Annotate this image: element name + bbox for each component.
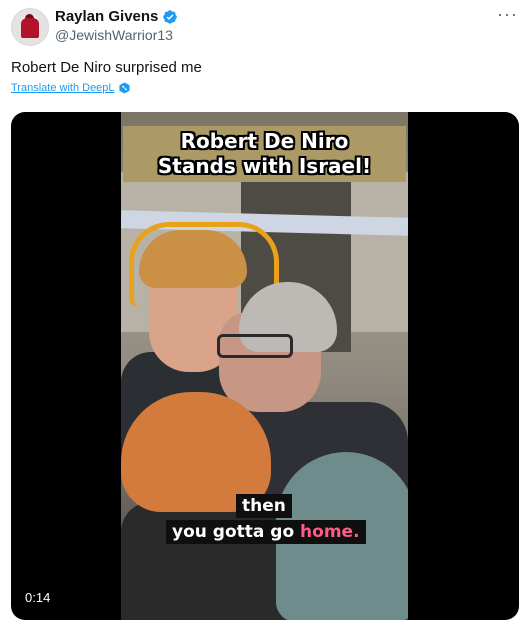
video-timestamp: 0:14 — [19, 588, 57, 607]
translate-label: Translate with DeepL — [11, 82, 115, 94]
caption-line1: then — [236, 494, 292, 518]
caption-line2-text: you gotta go — [172, 522, 301, 542]
video-title-line1: Robert De Niro — [180, 129, 349, 153]
display-name[interactable]: Raylan Givens — [55, 8, 158, 25]
video-title-line2: Stands with Israel! — [157, 154, 372, 178]
verified-badge-icon — [163, 9, 178, 24]
tweet-text: Robert De Niro surprised me — [11, 59, 202, 76]
video-player[interactable]: Robert De Niro Stands with Israel! then … — [11, 112, 519, 620]
author-name-row: Raylan Givens — [55, 8, 178, 25]
translate-link[interactable]: Translate with DeepL — [11, 82, 130, 94]
author-handle[interactable]: @JewishWarrior13 — [55, 27, 173, 43]
person-1-hair — [139, 230, 247, 288]
avatar-figure-body — [21, 18, 39, 38]
video-frame: Robert De Niro Stands with Israel! then … — [121, 112, 408, 620]
deepl-icon — [119, 82, 130, 94]
glasses — [217, 334, 293, 358]
avatar[interactable] — [11, 8, 49, 46]
caption-highlight: home. — [300, 522, 360, 542]
caption-line2: you gotta go home. — [166, 520, 366, 544]
more-options-icon[interactable]: ··· — [497, 4, 518, 25]
video-title-overlay: Robert De Niro Stands with Israel! — [123, 126, 406, 182]
